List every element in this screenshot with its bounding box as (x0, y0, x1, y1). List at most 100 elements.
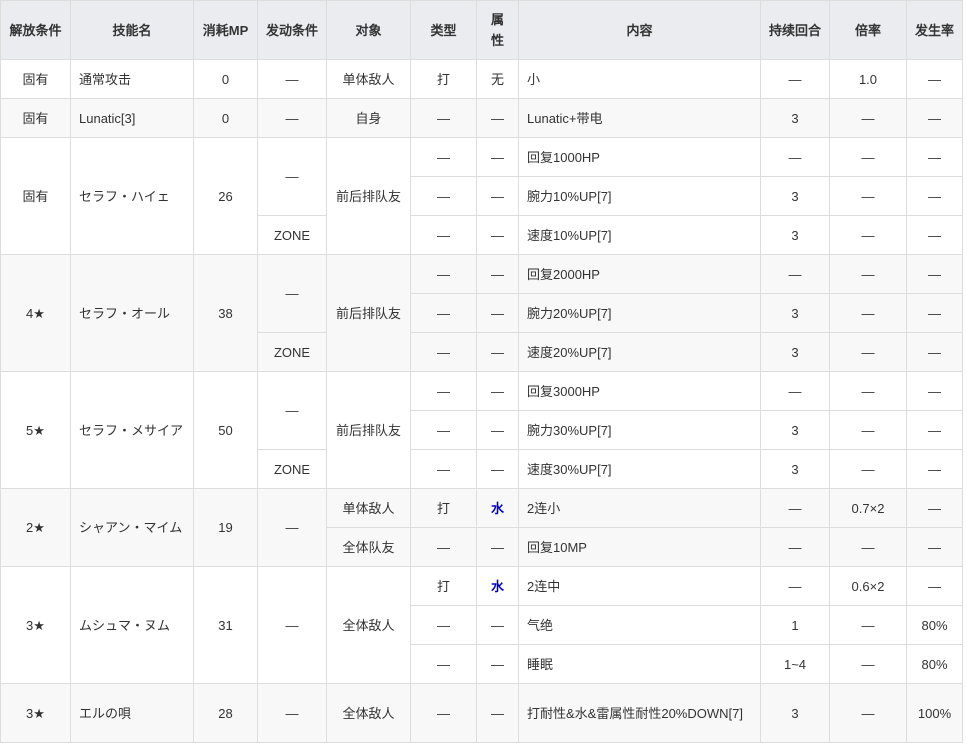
cell-content: 回复2000HP (518, 254, 761, 294)
skill-group: 3★ エルの唄 28— 全体敌人 — — 打耐性&水&雷属性耐性20%DOWN[7] 3—10… (0, 683, 963, 743)
cell-attr: — (476, 644, 519, 684)
cell-chance: — (906, 59, 963, 99)
cell-type: — (410, 644, 477, 684)
cell-chance: — (906, 410, 963, 450)
cell-cond: ZONE (257, 332, 327, 372)
column-header-unlock: 解放条件 (0, 0, 71, 60)
cell-chance: — (906, 215, 963, 255)
skill-group: 5★ セラフ・メサイア 50— 前后排队友 — — 回复3000HP — — — — — 腕力30%UP… (0, 371, 963, 489)
cell-chance: — (906, 449, 963, 489)
cell-unlock: 3★ (0, 683, 71, 743)
cell-attr: — (476, 137, 519, 177)
cell-chance: — (906, 527, 963, 567)
cell-turns: — (760, 254, 830, 294)
cell-type: — (410, 137, 477, 177)
cell-attr: — (476, 215, 519, 255)
cell-content: 速度20%UP[7] (518, 332, 761, 372)
cell-skill: Lunatic[3] (70, 98, 194, 138)
table-row: 5★ セラフ・メサイア 50— 前后排队友 — — 回复3000HP — — — (0, 371, 963, 489)
cell-type: — (410, 215, 477, 255)
cell-chance: 80% (906, 605, 963, 645)
cell-turns: — (760, 137, 830, 177)
cell-turns: — (760, 527, 830, 567)
cell-rate: 1.0 (829, 59, 907, 99)
column-header-chance: 发生率 (906, 0, 963, 60)
cell-cond: — (257, 98, 327, 138)
cell-type: — (410, 683, 477, 743)
cell-attr: — (476, 332, 519, 372)
cell-type: — (410, 371, 477, 411)
cell-type: — (410, 527, 477, 567)
cell-mp: 28 (193, 683, 258, 743)
cell-turns: 3 (760, 293, 830, 333)
cell-rate: 0.6×2 (829, 566, 907, 606)
cell-cond: — (257, 59, 327, 99)
column-header-skill: 技能名 (70, 0, 194, 60)
cell-turns: 1 (760, 605, 830, 645)
cell-rate: — (829, 605, 907, 645)
table-row: 3★ ムシュマ・ヌム 31— 全体敌人打水 2连中 —0.6×2— (0, 566, 963, 684)
cell-turns: — (760, 59, 830, 99)
cell-target: 前后排队友 (326, 254, 411, 372)
cell-type: — (410, 98, 477, 138)
cell-chance: — (906, 371, 963, 411)
cell-chance: — (906, 293, 963, 333)
cell-chance: — (906, 137, 963, 177)
cell-rate: — (829, 254, 907, 294)
cell-turns: 3 (760, 98, 830, 138)
header-row: 解放条件 技能名 消耗MP 发动条件 对象 类型 属性 内容 持续回合 倍率 发生率 (0, 0, 963, 60)
cell-attr: 无 (476, 59, 519, 99)
cell-mp: 0 (193, 59, 258, 99)
table-row: 固有 Lunatic[3] 0— 自身 — — Lunatic+带电 3— — (0, 98, 963, 138)
cell-turns: — (760, 371, 830, 411)
cell-chance: — (906, 254, 963, 294)
column-header-rate: 倍率 (829, 0, 907, 60)
cell-type: 打 (410, 566, 477, 606)
cell-mp: 26 (193, 137, 258, 255)
cell-type: — (410, 254, 477, 294)
cell-type: — (410, 605, 477, 645)
cell-content: 打耐性&水&雷属性耐性20%DOWN[7] (518, 683, 761, 743)
cell-type: — (410, 332, 477, 372)
cell-turns: 3 (760, 410, 830, 450)
table-row: 3★ エルの唄 28— 全体敌人 — — 打耐性&水&雷属性耐性20%DOWN[7] 3—10… (0, 683, 963, 743)
cell-target: 全体队友 (326, 527, 411, 567)
column-header-mp: 消耗MP (193, 0, 258, 60)
cell-chance: 100% (906, 683, 963, 743)
cell-attr: — (476, 449, 519, 489)
column-header-content: 内容 (518, 0, 761, 60)
cell-chance: — (906, 98, 963, 138)
cell-target: 前后排队友 (326, 137, 411, 255)
cell-attr: — (476, 371, 519, 411)
cell-type: 打 (410, 59, 477, 99)
cell-turns: 3 (760, 176, 830, 216)
cell-turns: 3 (760, 449, 830, 489)
cell-skill: セラフ・メサイア (70, 371, 194, 489)
skill-table: 解放条件 技能名 消耗MP 发动条件 对象 类型 属性 内容 持续回合 倍率 发生率 固有 通常攻击 0… (0, 0, 963, 743)
cell-target: 自身 (326, 98, 411, 138)
cell-content: 腕力30%UP[7] (518, 410, 761, 450)
cell-target: 前后排队友 (326, 371, 411, 489)
cell-type: — (410, 293, 477, 333)
cell-attr: — (476, 98, 519, 138)
cell-cond: — (257, 254, 327, 333)
cell-target: 全体敌人 (326, 566, 411, 684)
cell-unlock: 5★ (0, 371, 71, 489)
cell-chance: 80% (906, 644, 963, 684)
cell-content: 气绝 (518, 605, 761, 645)
cell-cond: ZONE (257, 215, 327, 255)
table-row: 4★ セラフ・オール 38— 前后排队友 — — 回复2000HP — — — (0, 254, 963, 372)
cell-type: — (410, 449, 477, 489)
table-row: 固有 セラフ・ハイェ 26— 前后排队友 — — 回复1000HP — — — (0, 137, 963, 255)
cell-mp: 0 (193, 98, 258, 138)
skill-group: 固有 セラフ・ハイェ 26— 前后排队友 — — 回复1000HP — — — — — 腕力10%UP[… (0, 137, 963, 255)
cell-chance: — (906, 488, 963, 528)
column-header-turns: 持续回合 (760, 0, 830, 60)
cell-skill: エルの唄 (70, 683, 194, 743)
cell-unlock: 3★ (0, 566, 71, 684)
cell-content: 睡眠 (518, 644, 761, 684)
cell-target: 全体敌人 (326, 683, 411, 743)
cell-rate: — (829, 683, 907, 743)
cell-unlock: 2★ (0, 488, 71, 567)
cell-rate: — (829, 293, 907, 333)
